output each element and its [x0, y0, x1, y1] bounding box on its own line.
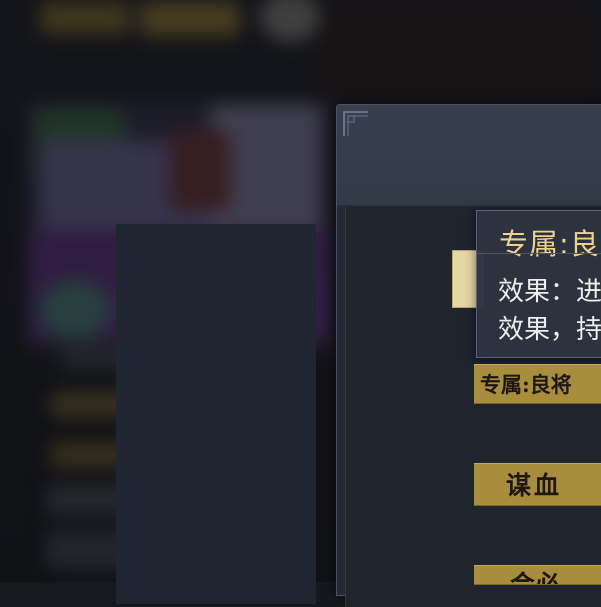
panel-header [337, 105, 601, 206]
skill-list [116, 224, 316, 604]
skill-tag-moxue[interactable]: 谋血 [474, 463, 601, 506]
tooltip-divider [477, 253, 601, 254]
skill-tag-huibi[interactable]: 会必 [474, 565, 601, 585]
corner-ornament-icon [343, 111, 368, 136]
tooltip-effect-line-2: 效果，持 [498, 315, 601, 345]
skill-tooltip: 专属:良 效果：进 效果，持 [476, 210, 601, 358]
tooltip-effect-line-1: 效果：进 [498, 277, 601, 307]
skill-tag-exclusive[interactable]: 专属:良将 [474, 364, 601, 404]
tooltip-title: 专属:良 [499, 227, 600, 261]
